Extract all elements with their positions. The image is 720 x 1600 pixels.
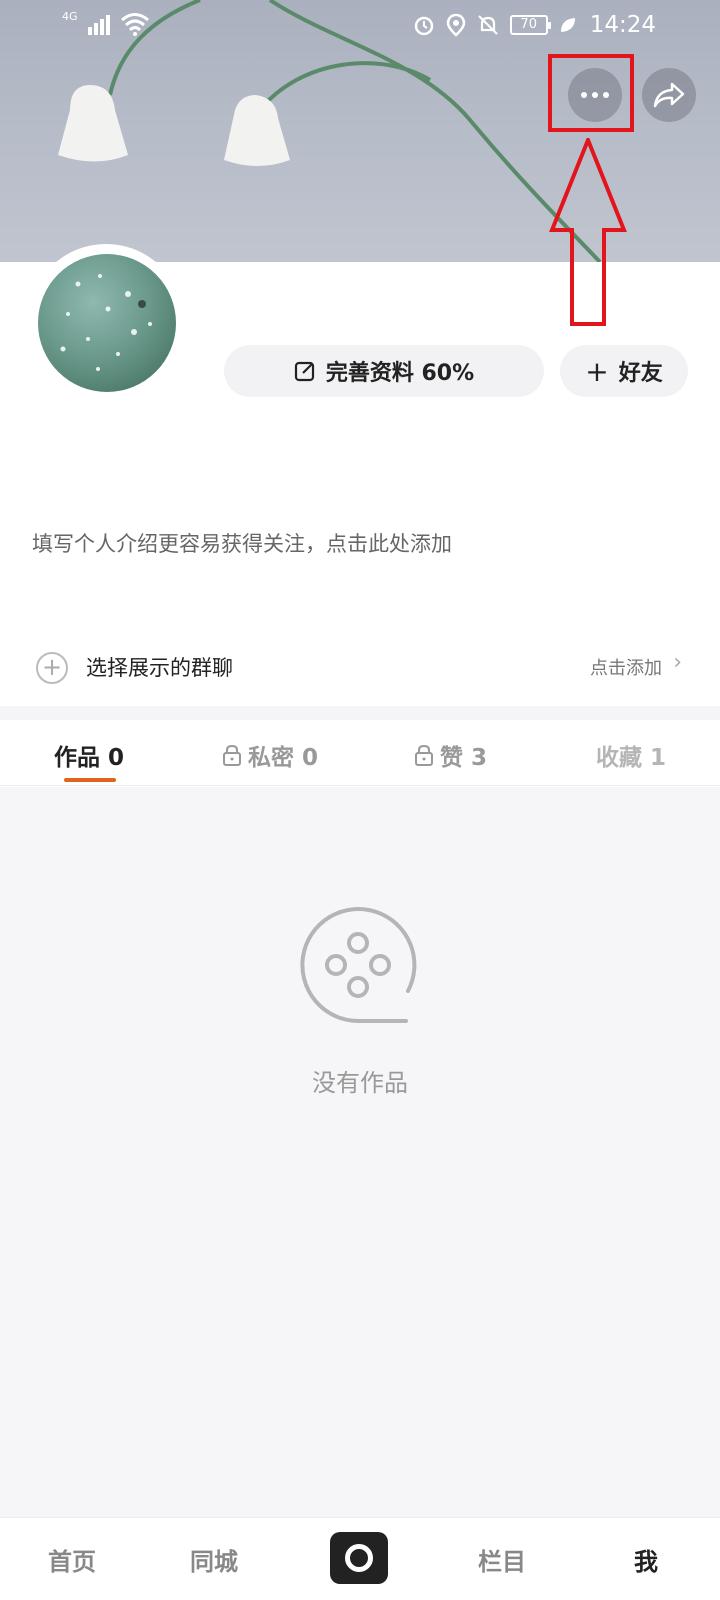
nav-column[interactable]: 栏目	[478, 1542, 526, 1577]
add-friend-label: 好友	[618, 361, 663, 386]
avatar-raindrops	[60, 274, 152, 371]
lock-icon	[415, 744, 433, 766]
works-content: 没有作品	[0, 787, 720, 1517]
leaf-icon	[560, 18, 575, 32]
annotation-arrow-icon	[549, 138, 627, 326]
group-chat-label: 选择展示的群聊	[86, 656, 233, 680]
tab-private-label: 私密 0	[248, 745, 319, 771]
wifi-icon	[120, 13, 149, 36]
chevron-right-icon: ›	[673, 650, 682, 675]
lock-icon	[223, 744, 241, 766]
tab-works-label: 作品 0	[54, 745, 125, 771]
location-icon	[446, 13, 465, 37]
share-button[interactable]	[642, 68, 696, 122]
battery-indicator: 70	[509, 15, 551, 35]
tab-likes[interactable]: 赞 3	[414, 738, 487, 772]
complete-profile-button[interactable]: 完善资料 60%	[224, 345, 544, 397]
annotation-highlight-box	[548, 54, 634, 132]
signal-icon	[87, 15, 110, 35]
group-chat-row[interactable]: + 选择展示的群聊 点击添加 ›	[0, 640, 720, 700]
nav-local[interactable]: 同城	[190, 1542, 238, 1577]
edit-icon	[294, 361, 314, 382]
clock: 14:24	[589, 12, 656, 38]
tab-works[interactable]: 作品 0	[54, 738, 124, 772]
empty-state-text: 没有作品	[312, 1069, 408, 1097]
tab-favorites-label: 收藏 1	[596, 745, 667, 771]
camera-button[interactable]	[330, 1532, 388, 1584]
tab-private[interactable]: 私密 0	[222, 738, 318, 772]
network-type: 4G	[62, 9, 78, 23]
plus-icon: +	[585, 354, 609, 388]
tab-favorites[interactable]: 收藏 1	[596, 738, 666, 772]
active-tab-indicator	[64, 778, 116, 782]
tab-likes-label: 赞 3	[440, 745, 488, 771]
nav-me[interactable]: 我	[634, 1542, 658, 1577]
film-reel-icon	[300, 907, 417, 1023]
share-icon	[653, 82, 685, 108]
section-divider	[0, 706, 720, 720]
bio-placeholder[interactable]: 填写个人介绍更容易获得关注，点击此处添加	[32, 528, 452, 558]
add-circle-icon: +	[36, 652, 68, 684]
add-friend-button[interactable]: + 好友	[560, 345, 688, 397]
avatar[interactable]	[38, 254, 176, 392]
complete-profile-label: 完善资料 60%	[325, 361, 475, 386]
camera-icon	[345, 1544, 373, 1572]
bell-off-icon	[477, 15, 498, 35]
alarm-icon	[414, 16, 433, 36]
group-chat-action[interactable]: 点击添加	[590, 654, 662, 680]
status-bar: 4G 70 14:24	[0, 0, 720, 52]
profile-tabs: 作品 0 私密 0 赞 3 收藏 1	[0, 720, 720, 786]
nav-home[interactable]: 首页	[48, 1542, 96, 1577]
bottom-nav: 首页 同城 栏目 我	[0, 1517, 720, 1600]
